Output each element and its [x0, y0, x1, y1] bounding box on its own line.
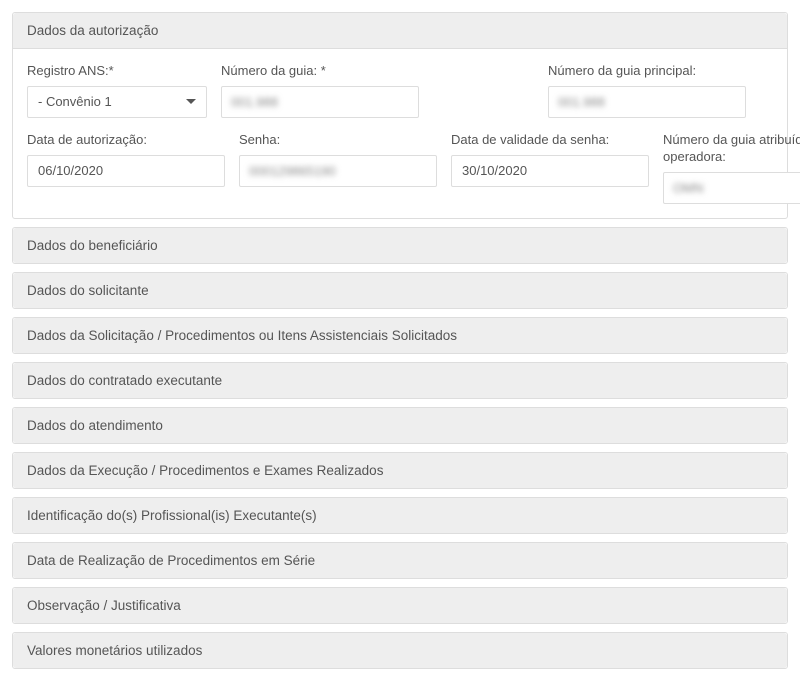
form-row: Registro ANS:* - Convênio 1 Número da gu… [27, 63, 773, 118]
section-title: Observação / Justificativa [27, 598, 181, 613]
section-solicitante: Dados do solicitante [12, 272, 788, 309]
section-header-contratado[interactable]: Dados do contratado executante [13, 363, 787, 398]
section-realizacao: Data de Realização de Procedimentos em S… [12, 542, 788, 579]
section-header-profissional[interactable]: Identificação do(s) Profissional(is) Exe… [13, 498, 787, 533]
section-valores: Valores monetários utilizados [12, 632, 788, 669]
section-title: Dados do solicitante [27, 283, 149, 298]
input-wrap: 001.988 [221, 86, 534, 118]
section-autorizacao: Dados da autorização Registro ANS:* - Co… [12, 12, 788, 219]
section-beneficiario: Dados do beneficiário [12, 227, 788, 264]
section-observacao: Observação / Justificativa [12, 587, 788, 624]
select-registro-ans[interactable]: - Convênio 1 [27, 86, 207, 118]
label-numero-guia-operadora: Número da guia atribuído pela operadora: [663, 132, 800, 166]
input-wrap: 001.988 [548, 86, 773, 118]
field-numero-guia-principal: Número da guia principal: 001.988 [548, 63, 773, 118]
section-title: Valores monetários utilizados [27, 643, 202, 658]
section-header-solicitante[interactable]: Dados do solicitante [13, 273, 787, 308]
field-numero-guia: Número da guia: * 001.988 [221, 63, 534, 118]
section-header-beneficiario[interactable]: Dados do beneficiário [13, 228, 787, 263]
section-header-realizacao[interactable]: Data de Realização de Procedimentos em S… [13, 543, 787, 578]
form-row: Data de autorização: Senha: 000129865190… [27, 132, 773, 204]
label-data-validade-senha: Data de validade da senha: [451, 132, 649, 149]
field-data-autorizacao: Data de autorização: [27, 132, 225, 204]
section-profissional: Identificação do(s) Profissional(is) Exe… [12, 497, 788, 534]
input-senha[interactable] [239, 155, 437, 187]
input-numero-guia-operadora[interactable] [663, 172, 800, 204]
section-title: Dados do contratado executante [27, 373, 222, 388]
section-solicitacao: Dados da Solicitação / Procedimentos ou … [12, 317, 788, 354]
section-header-valores[interactable]: Valores monetários utilizados [13, 633, 787, 668]
input-numero-guia[interactable] [221, 86, 419, 118]
label-numero-guia: Número da guia: * [221, 63, 534, 80]
field-numero-guia-operadora: Número da guia atribuído pela operadora:… [663, 132, 800, 204]
label-numero-guia-principal: Número da guia principal: [548, 63, 773, 80]
section-title: Dados do beneficiário [27, 238, 158, 253]
section-title: Dados da autorização [27, 23, 158, 38]
section-contratado: Dados do contratado executante [12, 362, 788, 399]
section-execucao: Dados da Execução / Procedimentos e Exam… [12, 452, 788, 489]
label-senha: Senha: [239, 132, 437, 149]
section-title: Dados da Execução / Procedimentos e Exam… [27, 463, 383, 478]
section-header-execucao[interactable]: Dados da Execução / Procedimentos e Exam… [13, 453, 787, 488]
section-body-autorizacao: Registro ANS:* - Convênio 1 Número da gu… [13, 49, 787, 218]
section-header-observacao[interactable]: Observação / Justificativa [13, 588, 787, 623]
section-header-autorizacao[interactable]: Dados da autorização [13, 13, 787, 49]
section-title: Dados do atendimento [27, 418, 163, 433]
field-senha: Senha: 000129865190 [239, 132, 437, 204]
section-header-atendimento[interactable]: Dados do atendimento [13, 408, 787, 443]
section-title: Data de Realização de Procedimentos em S… [27, 553, 315, 568]
section-title: Dados da Solicitação / Procedimentos ou … [27, 328, 457, 343]
label-registro-ans: Registro ANS:* [27, 63, 207, 80]
section-title: Identificação do(s) Profissional(is) Exe… [27, 508, 317, 523]
input-data-validade-senha[interactable] [451, 155, 649, 187]
input-wrap: OMN [663, 172, 800, 204]
input-wrap: 000129865190 [239, 155, 437, 187]
input-data-autorizacao[interactable] [27, 155, 225, 187]
section-header-solicitacao[interactable]: Dados da Solicitação / Procedimentos ou … [13, 318, 787, 353]
section-atendimento: Dados do atendimento [12, 407, 788, 444]
field-data-validade-senha: Data de validade da senha: [451, 132, 649, 204]
label-data-autorizacao: Data de autorização: [27, 132, 225, 149]
field-registro-ans: Registro ANS:* - Convênio 1 [27, 63, 207, 118]
input-numero-guia-principal[interactable] [548, 86, 746, 118]
